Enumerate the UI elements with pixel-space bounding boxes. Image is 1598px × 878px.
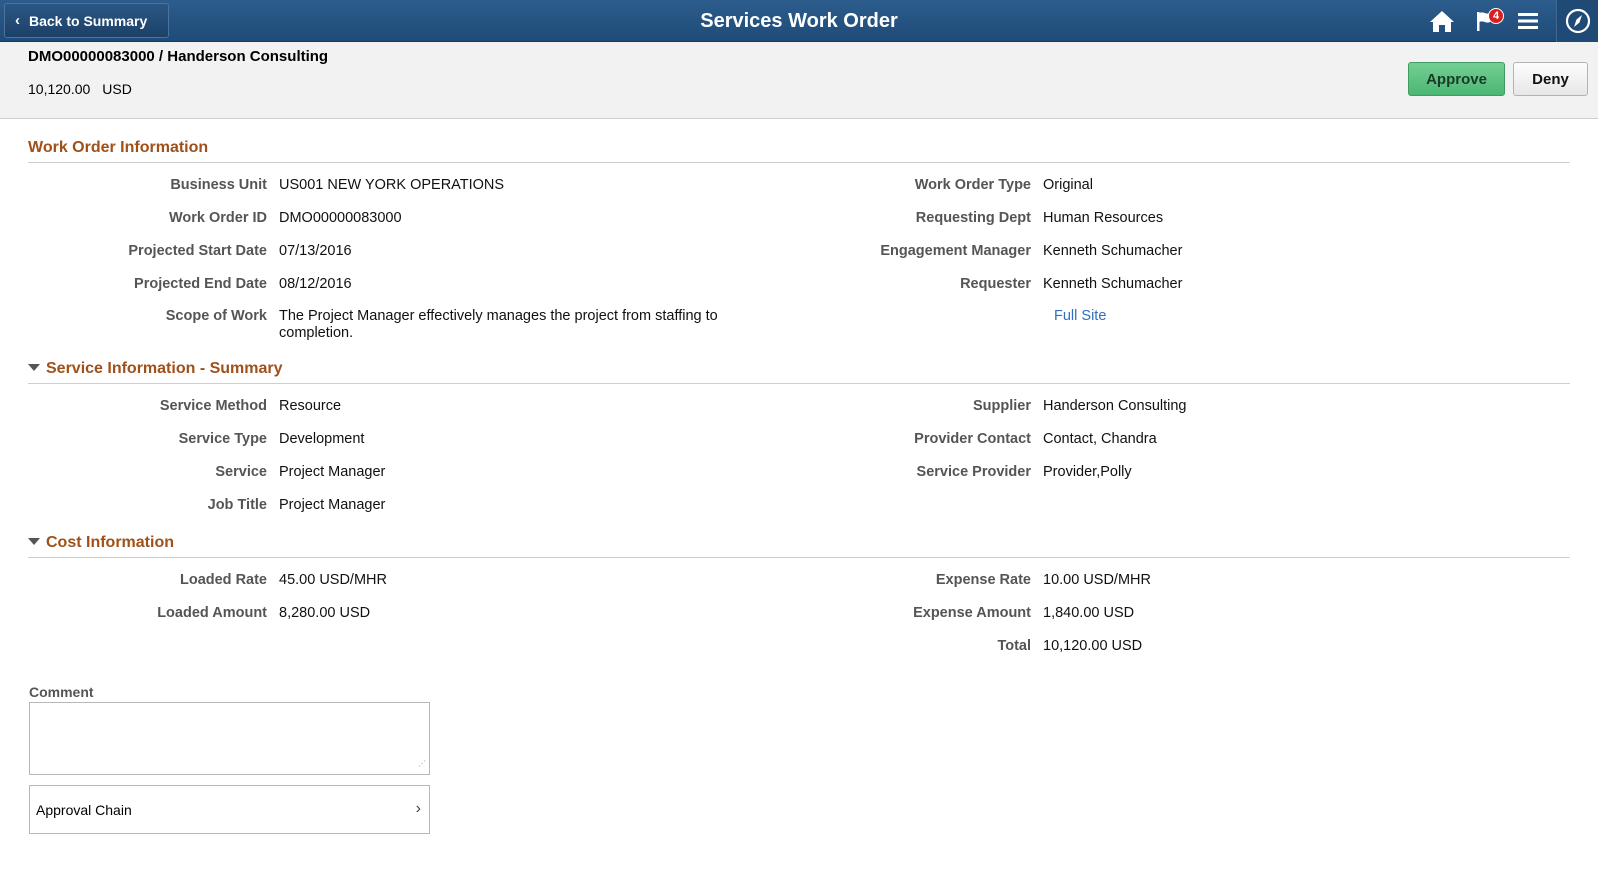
section-heading-service-info[interactable]: Service Information - Summary (28, 360, 1570, 384)
navbar-button[interactable] (1556, 0, 1598, 42)
field-label: Provider Contact (914, 431, 1031, 447)
section-title: Cost Information (46, 534, 174, 551)
field-label: Work Order ID (168, 210, 267, 226)
triangle-down-icon[interactable] (28, 364, 40, 371)
resize-grip-icon[interactable]: ⋰ (418, 760, 428, 772)
expense-rate-value: 10.00 USD/MHR (1043, 572, 1151, 588)
scope-of-work-value: The Project Manager effectively manages … (279, 308, 718, 341)
field-label: Requester (960, 276, 1031, 292)
field-label: Engagement Manager (880, 243, 1031, 259)
end-date-value: 08/12/2016 (279, 276, 352, 292)
job-title-value: Project Manager (279, 497, 386, 513)
field-label: Job Title (207, 497, 267, 513)
loaded-amount-value: 8,280.00 USD (279, 605, 371, 621)
field-label: Business Unit (170, 177, 267, 193)
business-unit-value: US001 NEW YORK OPERATIONS (279, 177, 505, 193)
work-order-id-value: DMO00000083000 (279, 210, 402, 226)
section-title: Service Information - Summary (46, 360, 283, 377)
engagement-manager-value: Kenneth Schumacher (1043, 243, 1183, 259)
home-icon (1430, 11, 1454, 32)
field-label: Expense Rate (935, 572, 1031, 588)
requesting-dept-value: Human Resources (1043, 210, 1164, 226)
field-label: Work Order Type (914, 177, 1031, 193)
field-label: Service (215, 464, 267, 480)
supplier-value: Handerson Consulting (1043, 398, 1187, 414)
home-button[interactable] (1422, 0, 1462, 42)
field-label: Service Method (159, 398, 267, 414)
work-order-title: DMO00000083000 / Handerson Consulting (28, 48, 329, 65)
section-heading-cost-info[interactable]: Cost Information (28, 534, 1570, 558)
service-type-value: Development (279, 431, 365, 447)
chevron-right-icon: › (415, 800, 421, 817)
comment-textarea[interactable] (29, 702, 430, 775)
amount-currency: USD (102, 81, 132, 97)
field-label: Expense Amount (913, 605, 1031, 621)
notifications-button[interactable]: 4 (1466, 0, 1506, 42)
requester-value: Kenneth Schumacher (1043, 276, 1183, 292)
field-label: Loaded Amount (157, 605, 267, 621)
section-title: Work Order Information (28, 139, 209, 156)
field-label: Projected End Date (134, 276, 267, 292)
loaded-rate-value: 45.00 USD/MHR (279, 572, 387, 588)
field-label: Loaded Rate (179, 572, 267, 588)
expense-amount-value: 1,840.00 USD (1043, 605, 1135, 621)
hamburger-menu-icon (1518, 13, 1538, 29)
amount-value: 10,120.00 (28, 81, 91, 97)
service-provider-value: Provider,Polly (1043, 464, 1132, 480)
service-method-value: Resource (279, 398, 342, 414)
total-value: 10,120.00 USD (1043, 638, 1143, 654)
work-order-type-value: Original (1043, 177, 1093, 193)
provider-contact-value: Contact, Chandra (1043, 431, 1157, 447)
top-banner: ‹ Back to Summary Services Work Order 4 (0, 0, 1598, 42)
field-label: Service Provider (916, 464, 1031, 480)
actions-menu-button[interactable] (1508, 0, 1548, 42)
deny-button[interactable]: Deny (1513, 62, 1588, 96)
section-heading-work-order: Work Order Information (28, 139, 1570, 163)
field-label: Requesting Dept (915, 210, 1031, 226)
notification-count-badge: 4 (1488, 8, 1504, 24)
page-title: Services Work Order (700, 10, 898, 32)
start-date-value: 07/13/2016 (279, 243, 352, 259)
approval-chain-label: Approval Chain (36, 801, 132, 818)
triangle-down-icon[interactable] (28, 538, 40, 545)
approve-button[interactable]: Approve (1408, 62, 1505, 96)
field-label: Total (997, 638, 1031, 654)
service-value: Project Manager (279, 464, 386, 480)
field-label: Supplier (972, 398, 1031, 414)
full-site-link[interactable]: Full Site (1054, 308, 1106, 324)
field-label: Service Type (178, 431, 267, 447)
approval-chain-row[interactable]: Approval Chain › (29, 785, 430, 834)
work-order-amount: 10,120.00 USD (28, 81, 132, 97)
field-label: Projected Start Date (128, 243, 267, 259)
compass-icon (1565, 8, 1591, 34)
work-order-summary-bar: DMO00000083000 / Handerson Consulting 10… (0, 42, 1598, 119)
comment-label: Comment (29, 684, 94, 700)
field-label: Scope of Work (165, 308, 267, 324)
